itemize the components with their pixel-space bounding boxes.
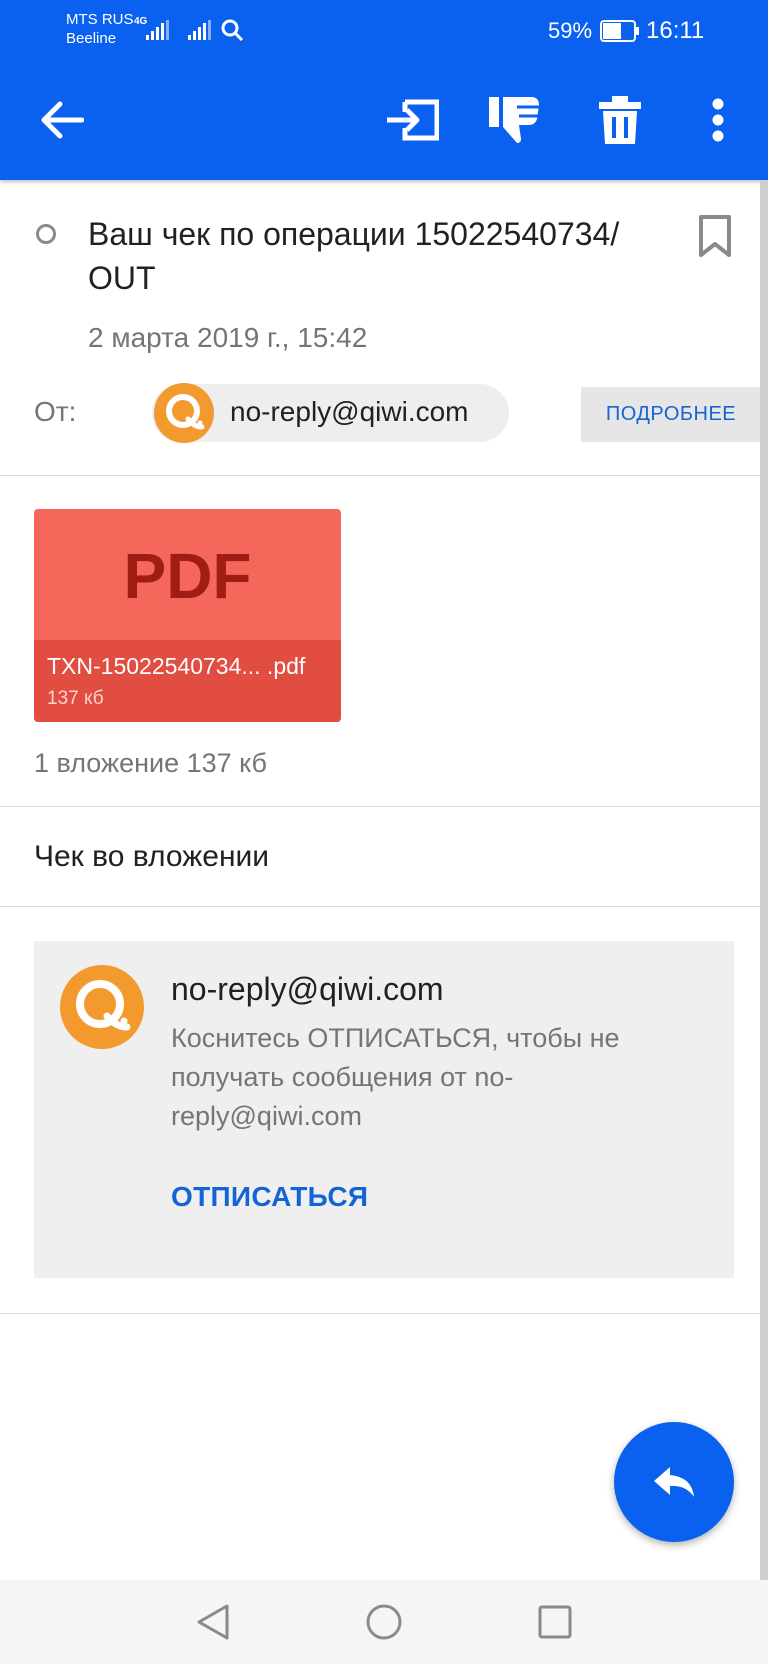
nav-home-icon — [366, 1604, 402, 1640]
navigation-bar — [0, 1580, 768, 1664]
unsubscribe-card: no-reply@qiwi.com Коснитесь ОТПИСАТЬСЯ, … — [34, 941, 734, 1278]
back-arrow-icon — [41, 101, 84, 139]
unsubscribe-description: Коснитесь ОТПИСАТЬСЯ, чтобы не получать … — [171, 1023, 620, 1131]
attachment-filename: TXN-15022540734... .pdf — [47, 653, 306, 679]
clock: 16:11 — [646, 17, 705, 44]
carrier-1: MTS RUS — [66, 11, 134, 28]
sender-chip[interactable]: no-reply@qiwi.com — [152, 383, 509, 443]
more-vert-icon — [712, 98, 724, 142]
more-options-button[interactable] — [702, 60, 734, 180]
thumbs-down-spam-icon — [489, 97, 539, 143]
nav-recents-button[interactable] — [510, 1580, 600, 1664]
attachment-info: TXN-15022540734... .pdf 137 кб — [34, 640, 341, 722]
reply-icon — [654, 1467, 694, 1497]
qiwi-avatar-icon — [60, 965, 144, 1049]
scrollbar[interactable] — [760, 180, 768, 1580]
read-status-indicator[interactable] — [36, 224, 56, 244]
delete-button[interactable] — [592, 60, 648, 180]
reply-fab[interactable] — [614, 1422, 734, 1542]
sender-email: no-reply@qiwi.com — [230, 396, 469, 427]
divider — [0, 1313, 760, 1314]
message-header: Ваш чек по операции 15022540734/ OUT 2 м… — [0, 180, 761, 476]
attachment-size: 137 кб — [47, 688, 104, 709]
carrier-info: MTS RUS Beeline — [66, 10, 134, 48]
details-button[interactable]: ПОДРОБНЕЕ — [581, 387, 761, 442]
search-icon — [221, 19, 244, 42]
move-button[interactable] — [380, 60, 442, 180]
bookmark-icon[interactable] — [698, 214, 732, 258]
nav-home-button[interactable] — [339, 1580, 429, 1664]
signal-icon — [146, 20, 169, 40]
message-body: Чек во вложении — [34, 840, 270, 873]
unsubscribe-button[interactable]: ОТПИСАТЬСЯ — [171, 1181, 368, 1213]
unsubscribe-sender-email: no-reply@qiwi.com — [171, 971, 444, 1007]
carrier-2: Beeline — [66, 30, 117, 47]
trash-icon — [599, 96, 641, 144]
attachment-summary: 1 вложение 137 кб — [34, 748, 268, 778]
from-label: От: — [34, 396, 77, 427]
battery-icon — [600, 20, 639, 42]
pdf-file-icon: PDF — [123, 540, 252, 612]
spam-button[interactable] — [484, 60, 544, 180]
move-to-folder-icon — [387, 99, 439, 141]
app-bar — [0, 60, 768, 180]
message-subject: Ваш чек по операции 15022540734/ OUT — [88, 216, 620, 296]
battery-percent: 59% — [548, 18, 593, 43]
status-bar: MTS RUS Beeline 4G 59% 16:11 — [0, 0, 768, 60]
divider — [0, 806, 760, 807]
signal-icon — [188, 20, 211, 40]
nav-recents-icon — [538, 1605, 572, 1639]
attachment-tile[interactable]: PDF TXN-15022540734... .pdf 137 кб — [34, 509, 341, 722]
nav-back-button[interactable] — [168, 1580, 258, 1664]
divider — [0, 906, 760, 907]
back-button[interactable] — [30, 60, 94, 180]
qiwi-avatar-icon — [154, 383, 214, 443]
nav-back-icon — [197, 1604, 229, 1640]
message-date: 2 марта 2019 г., 15:42 — [88, 322, 368, 353]
